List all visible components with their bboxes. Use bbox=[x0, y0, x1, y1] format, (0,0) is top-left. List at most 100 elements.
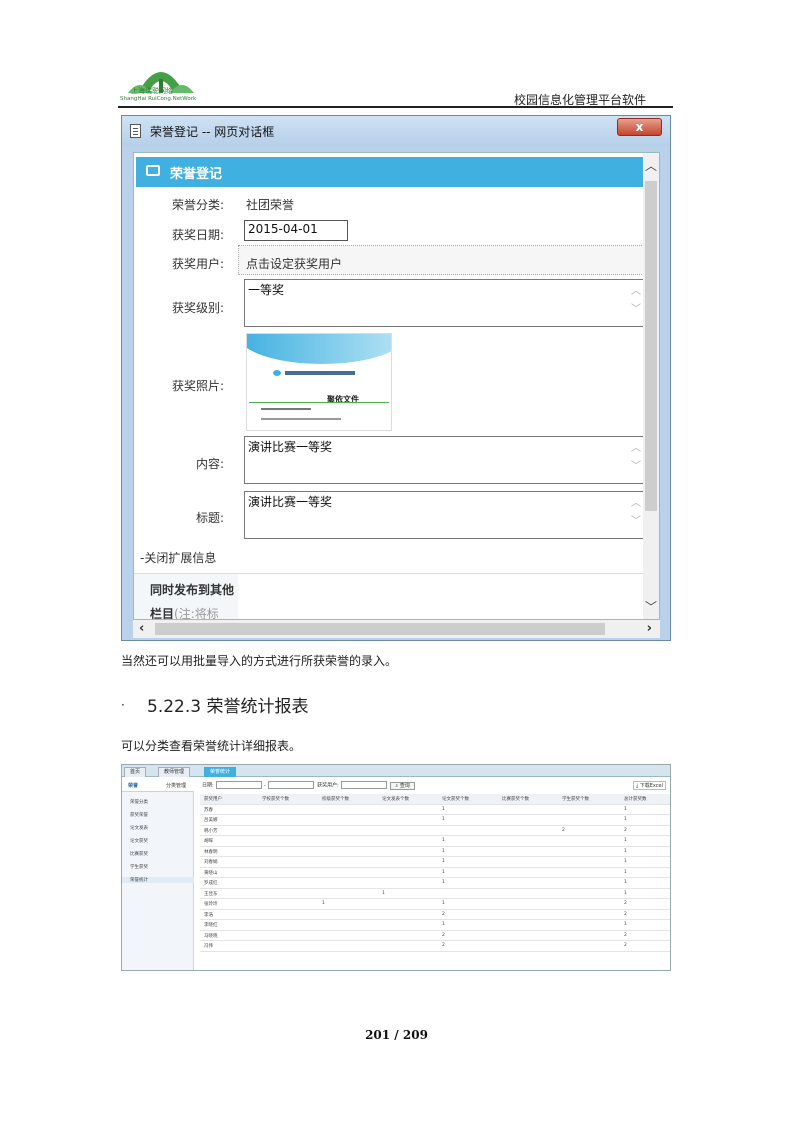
column-header: 论文获奖个数 bbox=[442, 797, 469, 802]
search-button[interactable]: ⌕ 查询 bbox=[390, 781, 415, 790]
header-rule bbox=[118, 106, 673, 108]
photo-label: 获奖照片: bbox=[171, 379, 224, 393]
export-excel-button[interactable]: ⤓ 下载Excel bbox=[632, 781, 666, 790]
date-to-input[interactable] bbox=[267, 781, 314, 789]
table-cell: 1 bbox=[442, 869, 445, 875]
table-cell: 1 bbox=[624, 838, 627, 843]
user-filter-label: 获奖用户: bbox=[317, 782, 339, 789]
set-user-link[interactable]: 点击设定获奖用户 bbox=[246, 255, 342, 272]
sidebar-item[interactable]: 荣誉分类 bbox=[130, 799, 148, 805]
table-cell: 1 bbox=[442, 848, 445, 854]
table-cell: 1 bbox=[624, 806, 627, 812]
photo-doc-title: 聚依文件 bbox=[327, 395, 359, 404]
sidebar-head-honor[interactable]: 荣誉 bbox=[128, 782, 138, 789]
table-cell: 林春明 bbox=[204, 849, 218, 855]
table-row: 刘春娟 1 1 bbox=[200, 857, 670, 868]
column-header: 比赛获奖个数 bbox=[502, 797, 529, 802]
title-textarea[interactable]: 演讲比赛一等奖 ︿ ﹀ bbox=[244, 491, 644, 539]
sidebar-item[interactable]: 论文发表 bbox=[130, 825, 148, 831]
table-row: 吕美娜 1 1 bbox=[200, 815, 670, 826]
table-cell: 胡晖 bbox=[204, 839, 213, 844]
column-header: 论文发表个数 bbox=[382, 797, 409, 802]
table-cell: 苏春 bbox=[204, 807, 213, 813]
scroll-left-icon[interactable]: ‹ bbox=[139, 621, 144, 636]
table-row: 马晓晓 2 2 bbox=[200, 931, 670, 941]
honor-report-screenshot: 首页 教师管理 荣誉统计 荣誉 分类管理 荣誉分类 获奖荣誉 论文发表 论文获奖… bbox=[121, 764, 671, 971]
tab-home[interactable]: 首页 bbox=[124, 767, 147, 777]
table-cell: 刘春娟 bbox=[204, 860, 218, 865]
report-tabbar: 首页 教师管理 荣誉统计 bbox=[122, 765, 670, 777]
scroll-down-icon[interactable]: ﹀ bbox=[645, 598, 657, 615]
table-cell: 1 bbox=[624, 848, 627, 854]
page-number: 201 / 209 bbox=[365, 1028, 428, 1042]
tab-teacher[interactable]: 教师管理 bbox=[158, 767, 191, 777]
table-cell: 张玲玲 bbox=[204, 902, 218, 907]
report-sidebar: 荣誉 分类管理 荣誉分类 获奖荣誉 论文发表 论文获奖 比赛获奖 学生获奖 荣誉… bbox=[122, 777, 194, 970]
vertical-scrollbar[interactable]: ︿ ﹀ bbox=[643, 153, 659, 619]
title-label: 标题: bbox=[195, 511, 224, 525]
toggle-extension-link[interactable]: -关闭扩展信息 bbox=[140, 549, 216, 566]
table-cell: 韩小芳 bbox=[204, 828, 218, 834]
table-cell: 1 bbox=[442, 880, 445, 885]
dialog-titlebar[interactable]: 荣誉登记 -- 网页对话框 x bbox=[122, 116, 670, 146]
category-value: 社团荣誉 bbox=[246, 198, 295, 212]
table-cell: 冯伟 bbox=[204, 944, 213, 949]
date-label: 获奖日期: bbox=[171, 228, 224, 242]
sidebar-item[interactable]: 学生获奖 bbox=[130, 864, 148, 870]
user-filter-input[interactable] bbox=[340, 781, 387, 789]
bullet: · bbox=[121, 698, 125, 712]
column-header: 总计获奖数 bbox=[624, 797, 647, 802]
publish-label-note: 栏目(注:将标 bbox=[150, 607, 219, 620]
table-cell: 1 bbox=[322, 901, 325, 906]
table-cell: 2 bbox=[562, 827, 565, 833]
honor-dialog: 荣誉登记 -- 网页对话框 x 荣誉登记 荣誉分类: 社团荣誉 获奖日期: 20… bbox=[121, 115, 671, 641]
sidebar-item[interactable]: 比赛获奖 bbox=[130, 851, 148, 857]
date-input[interactable]: 2015-04-01 bbox=[244, 220, 348, 241]
close-button[interactable]: x bbox=[617, 118, 662, 136]
award-photo[interactable]: 聚依文件 bbox=[246, 333, 392, 431]
table-row: 李浩 2 2 bbox=[200, 910, 670, 920]
table-cell: 1 bbox=[624, 869, 627, 875]
table-row: 冯伟 2 2 bbox=[200, 941, 670, 952]
table-cell: 1 bbox=[442, 922, 445, 927]
table-cell: 2 bbox=[442, 932, 445, 938]
table-cell: 1 bbox=[624, 859, 627, 864]
column-header: 获奖用户 bbox=[204, 797, 222, 802]
table-row: 韩小芳 2 2 bbox=[200, 826, 670, 836]
table-cell: 1 bbox=[442, 838, 445, 843]
table-row: 苏春 1 1 bbox=[200, 805, 670, 815]
table-row: 王佳东 1 1 bbox=[200, 889, 670, 899]
level-textarea[interactable]: 一等奖 ︿ ﹀ bbox=[244, 279, 644, 327]
scroll-right-icon[interactable]: › bbox=[647, 621, 652, 636]
table-cell: 李晓红 bbox=[204, 923, 218, 928]
tab-honor-stats[interactable]: 荣誉统计 bbox=[204, 767, 237, 777]
table-row: 林春明 1 1 bbox=[200, 847, 670, 857]
table-cell: 2 bbox=[624, 827, 627, 833]
date-from-input[interactable] bbox=[215, 781, 262, 789]
sidebar-head-category[interactable]: 分类管理 bbox=[166, 782, 186, 789]
content-textarea[interactable]: 演讲比赛一等奖 ︿ ﹀ bbox=[244, 436, 644, 484]
table-cell: 黄晓山 bbox=[204, 870, 218, 876]
table-row: 李晓红 1 1 bbox=[200, 920, 670, 931]
sidebar-item[interactable]: 获奖荣誉 bbox=[130, 812, 148, 818]
table-cell: 1 bbox=[382, 890, 385, 896]
column-header: 校级获奖个数 bbox=[322, 797, 349, 802]
report-toolbar: 日期: - 获奖用户: ⌕ 查询 bbox=[202, 781, 415, 790]
table-row: 黄晓山 1 1 bbox=[200, 868, 670, 878]
table-cell: 2 bbox=[442, 943, 445, 948]
column-header: 学校获奖个数 bbox=[262, 797, 289, 802]
table-cell: 李浩 bbox=[204, 912, 213, 918]
textarea-scroll-arrows: ︿ ﹀ bbox=[631, 443, 641, 472]
sidebar-item[interactable]: 论文获奖 bbox=[130, 838, 148, 844]
scroll-up-icon[interactable]: ︿ bbox=[645, 157, 657, 174]
document-icon bbox=[130, 124, 141, 138]
content-value: 演讲比赛一等奖 bbox=[248, 440, 333, 454]
sidebar-item-honor-stats[interactable]: 荣誉统计 bbox=[122, 877, 194, 883]
table-cell: 1 bbox=[442, 859, 445, 864]
table-cell: 马晓晓 bbox=[204, 933, 218, 939]
table-row: 张玲玲 1 1 2 bbox=[200, 899, 670, 910]
textarea-scroll-arrows: ︿ ﹀ bbox=[631, 286, 641, 315]
form-title: 荣誉登记 bbox=[170, 167, 223, 182]
paragraph-report: 可以分类查看荣誉统计详细报表。 bbox=[121, 739, 302, 753]
horizontal-scrollbar[interactable]: ‹ › bbox=[133, 620, 660, 638]
